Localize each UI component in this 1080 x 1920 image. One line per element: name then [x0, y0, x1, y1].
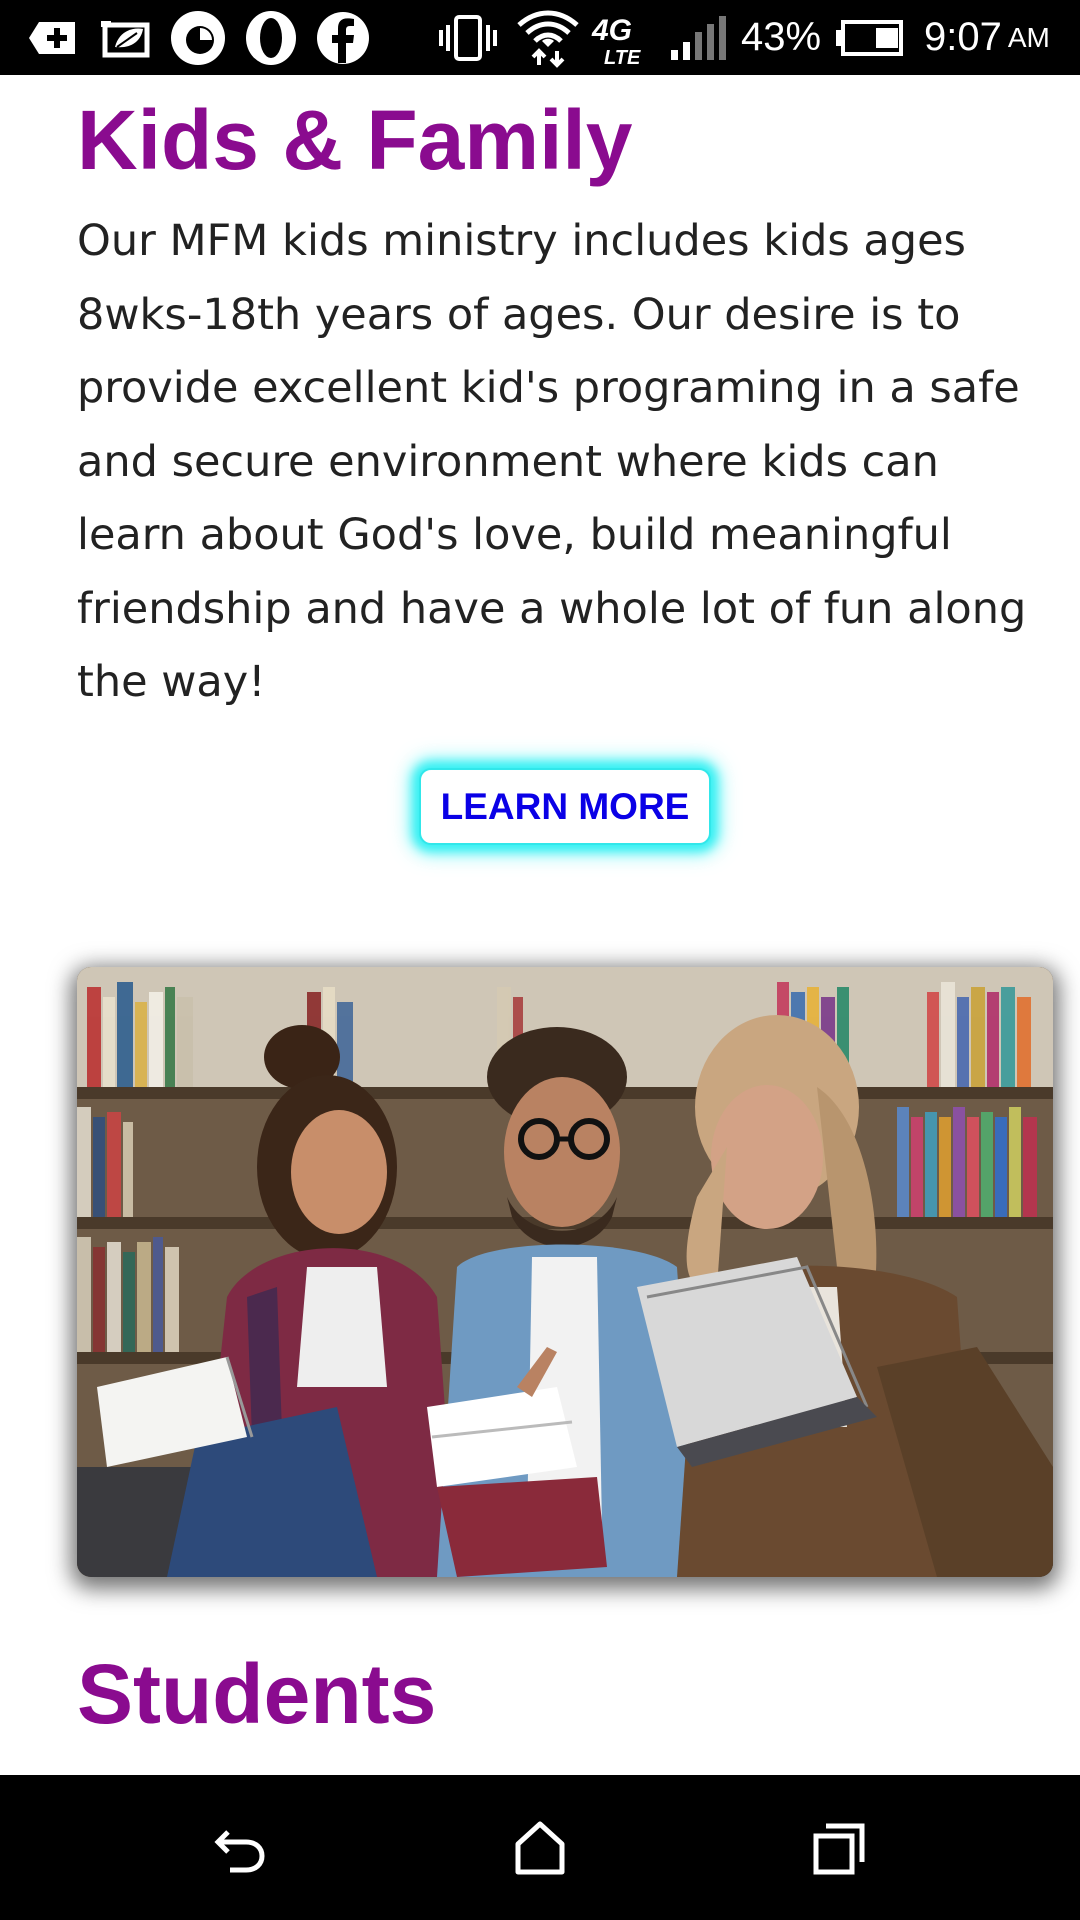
opera-icon	[242, 0, 300, 75]
svg-text:4G: 4G	[591, 14, 632, 47]
students-photo	[77, 967, 1053, 1577]
add-box-icon	[24, 0, 82, 75]
status-bar: 4G LTE 43% 9:07 AM	[0, 0, 1080, 75]
clock-time: 9:07	[924, 15, 1002, 59]
back-button[interactable]	[160, 1775, 320, 1920]
page-content: Kids & Family Our MFM kids ministry incl…	[0, 75, 1080, 1775]
opera-mini-icon	[168, 0, 228, 75]
phone-screen: 4G LTE 43% 9:07 AM Kids & Family Our MFM…	[0, 0, 1080, 1920]
learn-more-button[interactable]: LEARN MORE	[419, 768, 711, 845]
home-icon	[515, 1821, 565, 1874]
wifi-icon	[514, 0, 582, 75]
vibrate-icon	[436, 0, 500, 75]
clock-ampm: AM	[1007, 21, 1050, 53]
back-icon	[214, 1829, 265, 1872]
recents-button[interactable]	[760, 1775, 920, 1920]
leaf-card-icon	[96, 0, 156, 75]
students-title: Students	[77, 1647, 437, 1741]
recents-icon	[813, 1823, 865, 1874]
signal-icon	[668, 0, 728, 75]
network-4g-lte-icon: 4G LTE	[590, 0, 654, 75]
kids-family-description: Our MFM kids ministry includes kids ages…	[77, 216, 1027, 707]
clock: 9:07 AM	[924, 0, 1064, 75]
navigation-bar	[0, 1775, 1080, 1920]
home-button[interactable]	[460, 1775, 620, 1920]
kids-family-title: Kids & Family	[77, 93, 633, 187]
svg-text:LTE: LTE	[604, 47, 641, 66]
battery-icon	[834, 0, 904, 75]
battery-percent: 43%	[741, 15, 822, 59]
facebook-icon	[314, 0, 372, 75]
